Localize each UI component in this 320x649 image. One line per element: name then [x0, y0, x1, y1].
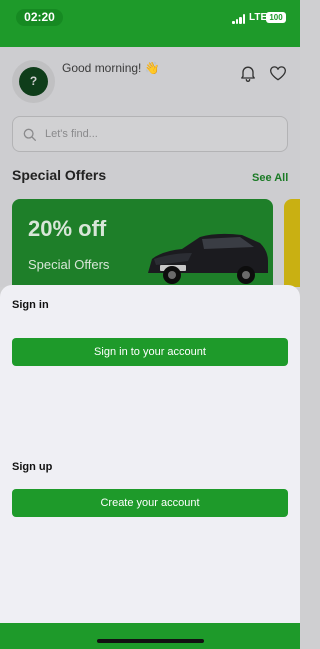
avatar-placeholder-icon: ?	[19, 67, 48, 96]
status-time: 02:20	[16, 9, 63, 26]
offer-subtitle: Special Offers	[28, 257, 110, 272]
search-input[interactable]: Let's find...	[12, 116, 288, 152]
status-bar: 02:20 LTE 100	[0, 0, 300, 47]
heart-icon[interactable]	[268, 63, 288, 83]
home-indicator[interactable]	[97, 639, 204, 643]
search-placeholder: Let's find...	[45, 128, 98, 140]
battery-icon: 100	[266, 12, 286, 23]
sign-in-label: Sign in	[12, 299, 49, 311]
sign-in-button[interactable]: Sign in to your account	[12, 338, 288, 366]
special-offers-title: Special Offers	[12, 167, 107, 183]
see-all-link[interactable]: See All	[252, 172, 288, 184]
search-icon	[23, 128, 36, 141]
greeting-text: Good morning! 👋	[62, 61, 160, 75]
home-screen: ? Good morning! 👋 Let's find... Special …	[0, 47, 300, 287]
car-image	[148, 233, 268, 284]
signal-icon	[232, 14, 246, 24]
offer-card-secondary[interactable]	[284, 199, 300, 287]
auth-bottom-sheet: Sign in Sign in to your account Sign up …	[0, 285, 300, 623]
create-account-button[interactable]: Create your account	[12, 489, 288, 517]
offer-card[interactable]: 20% off Special Offers	[12, 199, 273, 287]
sign-up-label: Sign up	[12, 461, 53, 473]
network-type: LTE	[249, 12, 268, 23]
offer-discount: 20% off	[28, 216, 107, 241]
bottom-bar	[0, 623, 300, 649]
bell-icon[interactable]	[238, 63, 258, 83]
avatar[interactable]: ?	[12, 60, 55, 103]
